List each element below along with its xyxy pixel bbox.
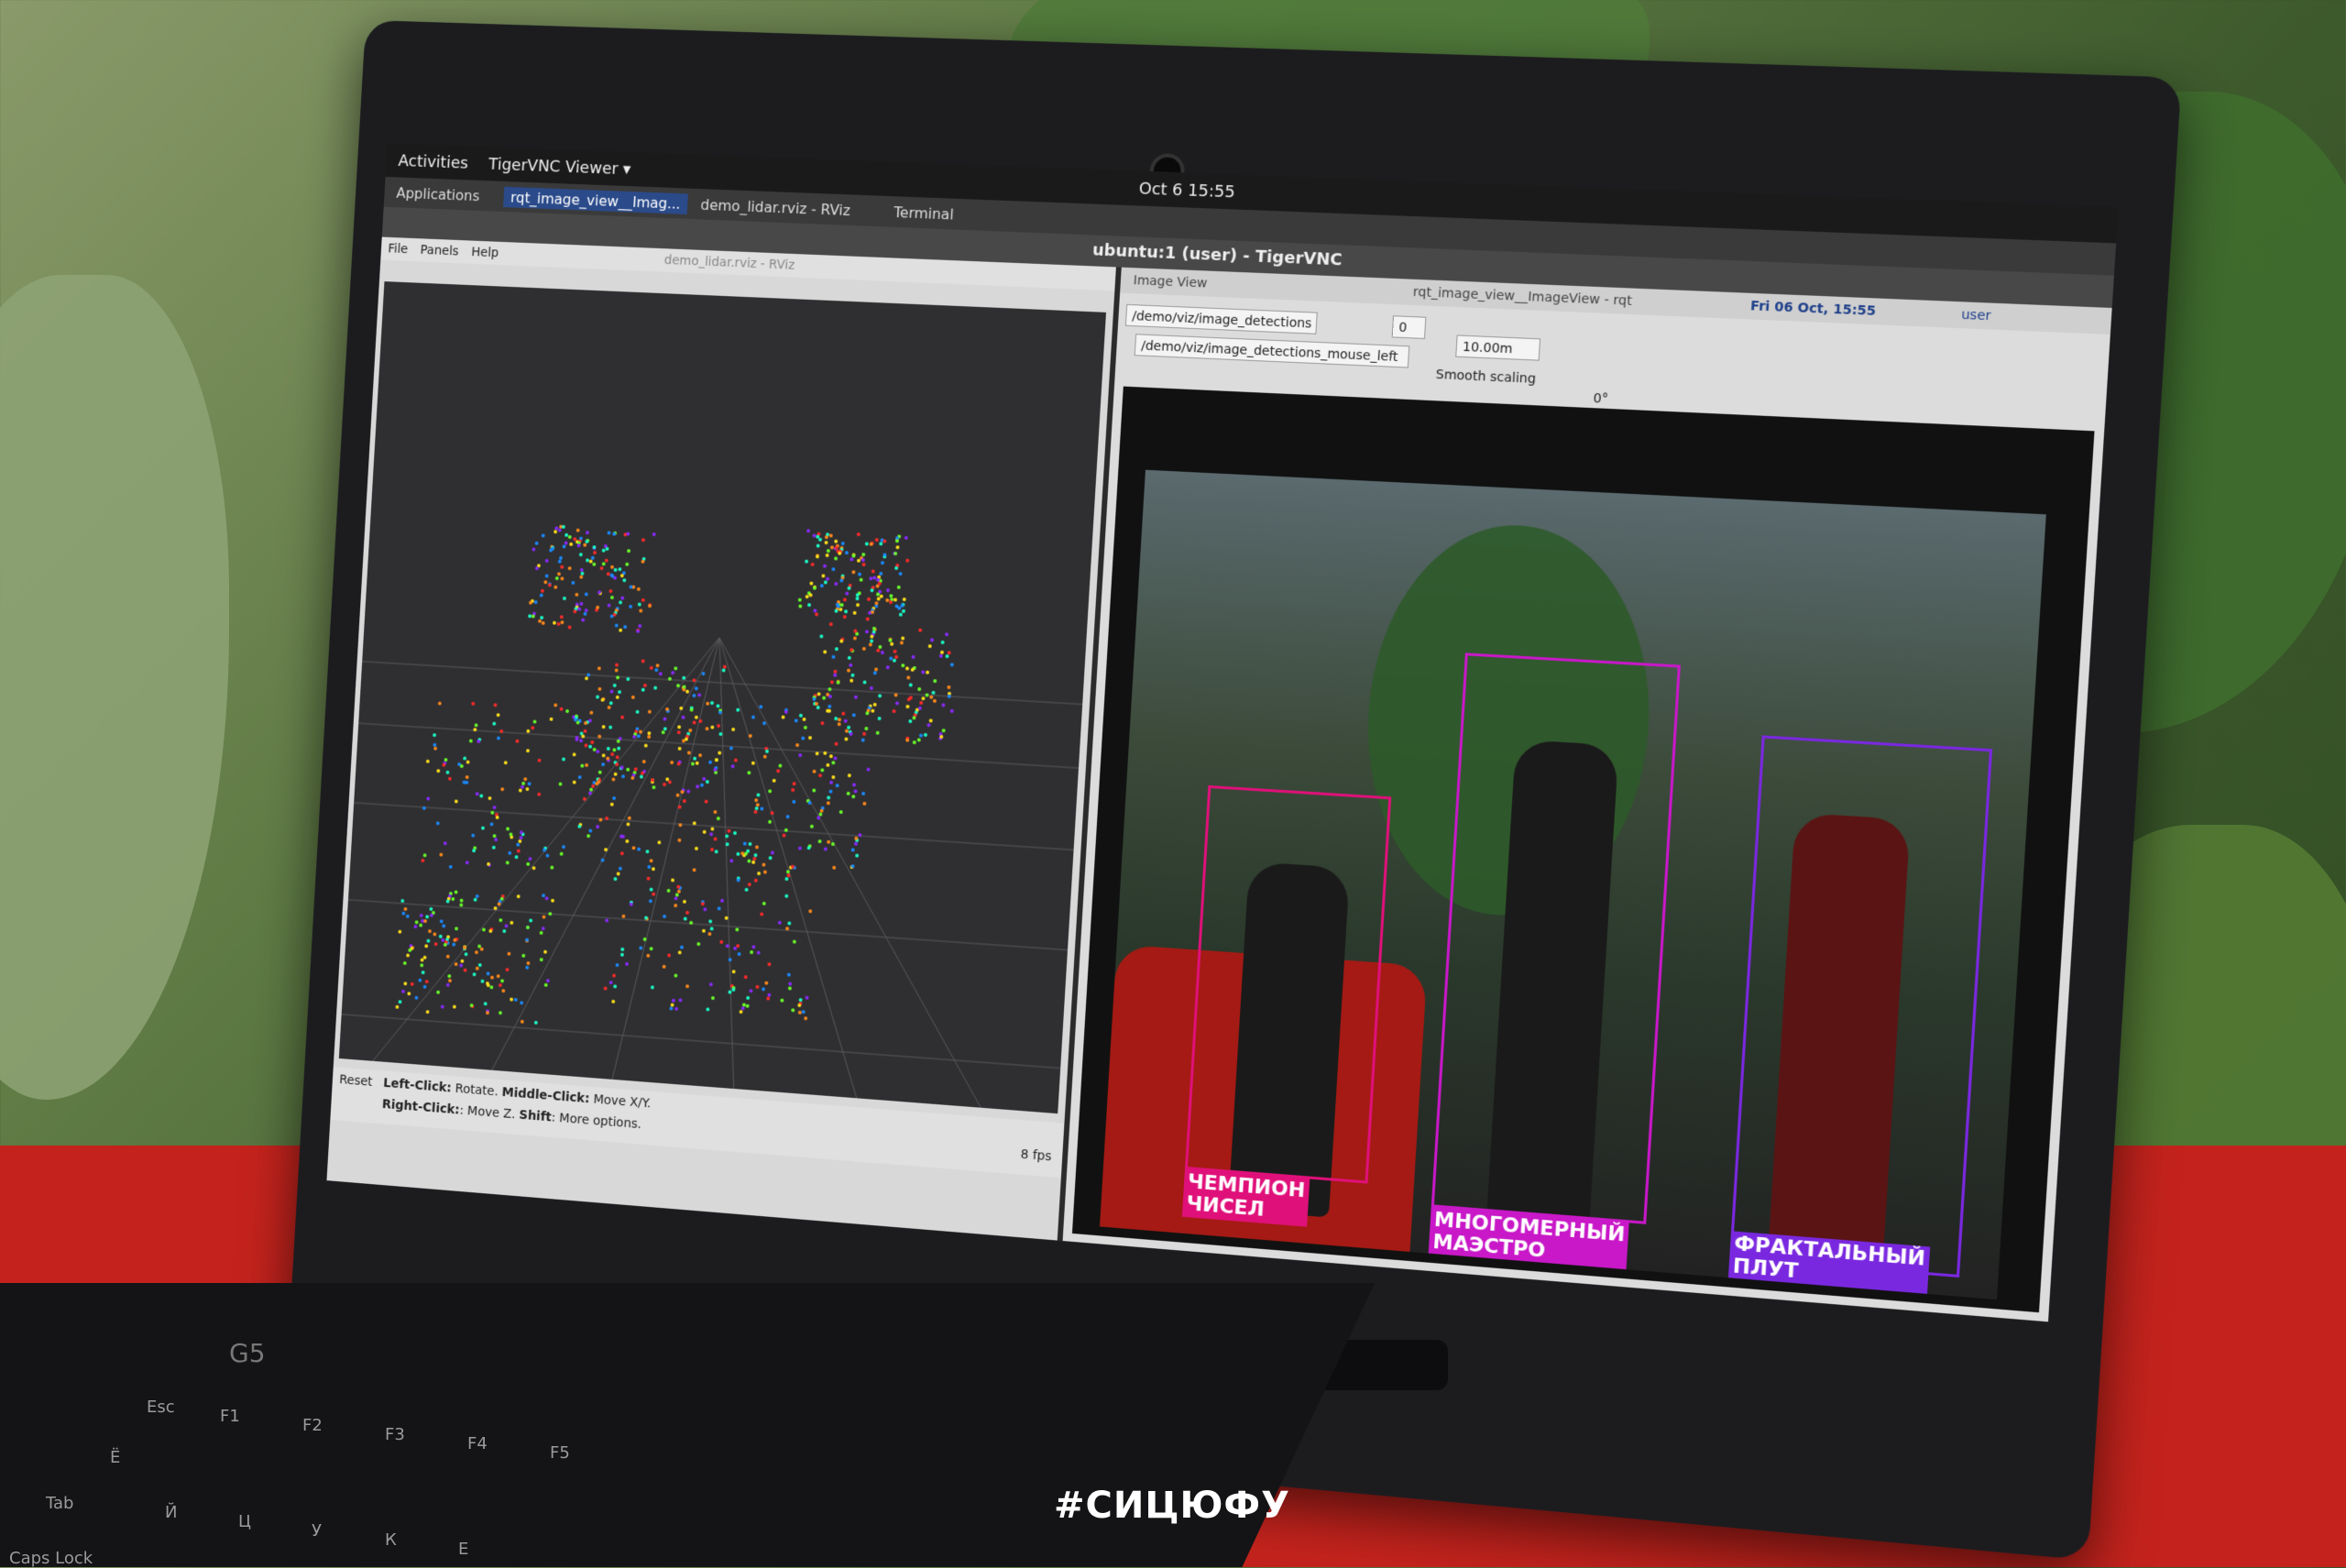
key-ts[interactable]: Ц xyxy=(238,1512,251,1531)
model-label: G5 xyxy=(229,1338,266,1368)
menu-file[interactable]: File xyxy=(388,242,409,257)
rqt-window: Image View rqt_image_view__ImageView - r… xyxy=(1062,267,2112,1322)
key-tab[interactable]: Tab xyxy=(46,1494,73,1513)
app-menu[interactable]: TigerVNC Viewer ▾ xyxy=(488,155,631,179)
key-yo[interactable]: Ё xyxy=(110,1448,120,1467)
topic-select[interactable]: /demo/viz/image_detections xyxy=(1124,303,1318,334)
detection-image: ЧЕМПИОН ЧИСЕЛ МНОГОМЕРНЫЙ МАЭСТРО ФРАКТАЛЬ… xyxy=(1099,469,2046,1300)
lidar-point-cloud-view[interactable] xyxy=(338,281,1107,1114)
detection-label: ЧЕМПИОН ЧИСЕЛ xyxy=(1181,1168,1310,1227)
detection-box xyxy=(1729,735,1993,1278)
smooth-scaling-checkbox[interactable]: Smooth scaling xyxy=(1435,367,1536,387)
key-f4[interactable]: F4 xyxy=(467,1434,488,1453)
taskbar-tab-applications[interactable]: Applications xyxy=(389,182,488,206)
key-f2[interactable]: F2 xyxy=(302,1416,323,1435)
hashtag-caption: #СИЦЮФУ xyxy=(1054,1485,1290,1527)
key-y[interactable]: Й xyxy=(165,1503,177,1522)
key-e[interactable]: Е xyxy=(458,1540,468,1559)
key-k[interactable]: К xyxy=(385,1530,397,1550)
rviz-window-title: demo_lidar.rviz - RViz xyxy=(663,253,795,273)
key-f1[interactable]: F1 xyxy=(220,1407,240,1426)
rviz-window: File Panels Help demo_lidar.rviz - RViz xyxy=(326,236,1116,1241)
range-spinbox[interactable]: 10.00m xyxy=(1455,334,1541,361)
activities-button[interactable]: Activities xyxy=(398,151,468,172)
fps-readout: 8 fps xyxy=(1020,1146,1052,1165)
datetime: Fri 06 Oct, 15:55 xyxy=(1749,298,1877,320)
laptop-screen: Activities TigerVNC Viewer ▾ Oct 6 15:55… xyxy=(326,143,2119,1322)
image-view-pane: ЧЕМПИОН ЧИСЕЛ МНОГОМЕРНЫЙ МАЭСТРО ФРАКТАЛЬ… xyxy=(1071,386,2095,1313)
detection-box xyxy=(1431,652,1681,1224)
taskbar-tab-rqt[interactable]: rqt_image_view__Imag... xyxy=(503,186,688,214)
taskbar-tab-terminal[interactable]: Terminal xyxy=(886,202,961,225)
key-esc[interactable]: Esc xyxy=(147,1398,175,1417)
detection-box xyxy=(1184,784,1392,1184)
key-f5[interactable]: F5 xyxy=(550,1443,570,1463)
num-spinbox[interactable]: 0 xyxy=(1391,315,1427,339)
foliage-blob xyxy=(0,275,229,1100)
clock[interactable]: Oct 6 15:55 xyxy=(1138,180,1235,203)
rqt-window-title: rqt_image_view__ImageView - rqt xyxy=(1412,284,1633,309)
key-u[interactable]: У xyxy=(312,1521,322,1541)
mouse-topic-field[interactable]: /demo/viz/image_detections_mouse_left xyxy=(1134,334,1410,368)
key-capslock[interactable]: Caps Lock xyxy=(9,1549,93,1568)
menu-panels[interactable]: Panels xyxy=(420,243,459,258)
plugin-title: Image View xyxy=(1133,273,1208,291)
rotation-readout: 0° xyxy=(1593,390,1609,407)
taskbar-tab-rviz[interactable]: demo_lidar.rviz - RViz xyxy=(693,194,858,222)
lidar-grid xyxy=(339,281,1106,1113)
menu-help[interactable]: Help xyxy=(471,245,499,260)
key-f3[interactable]: F3 xyxy=(385,1425,405,1444)
user-menu[interactable]: user xyxy=(1961,307,1991,323)
reset-button[interactable]: Reset xyxy=(339,1072,373,1089)
